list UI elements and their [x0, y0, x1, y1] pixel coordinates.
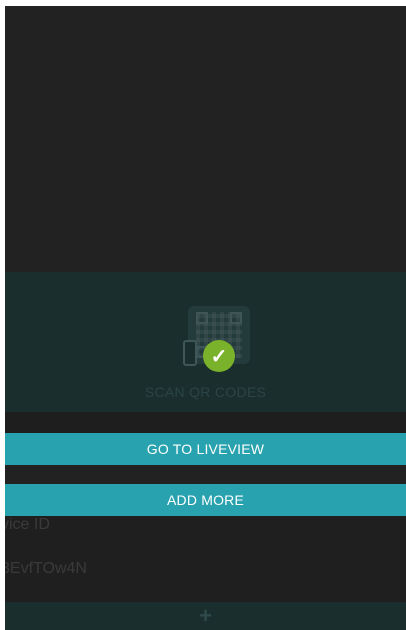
- checkmark-icon: ✓: [203, 340, 235, 372]
- qr-finder-pattern: [196, 312, 208, 324]
- app-screen: ✓ SCAN QR CODES GO TO LIVEVIEW ADD MORE …: [5, 6, 406, 630]
- add-more-button[interactable]: ADD MORE: [5, 484, 406, 516]
- button-gap: [5, 465, 406, 484]
- device-id-value: 3EvfTOw4N: [5, 560, 87, 577]
- qr-finder-pattern: [230, 312, 242, 324]
- plus-icon: +: [199, 603, 212, 628]
- go-to-liveview-button[interactable]: GO TO LIVEVIEW: [5, 433, 406, 465]
- scan-qr-label: SCAN QR CODES: [144, 384, 267, 400]
- add-device-bar[interactable]: +: [5, 602, 406, 630]
- device-id-label: vice ID: [5, 516, 50, 533]
- qr-scan-illustration: ✓: [183, 306, 253, 372]
- phone-icon: [183, 340, 197, 366]
- dimmed-overlay-top: [5, 6, 406, 272]
